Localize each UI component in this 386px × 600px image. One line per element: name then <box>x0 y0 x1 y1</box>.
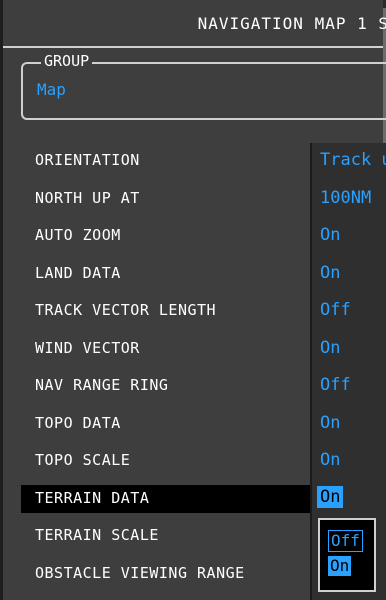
setting-label: TRACK VECTOR LENGTH <box>35 301 217 319</box>
setting-value-land-data[interactable]: On <box>312 256 386 294</box>
setting-label: AUTO ZOOM <box>35 226 121 244</box>
setting-value: Off <box>320 375 351 395</box>
setting-value-north-up-at[interactable]: 100NM <box>312 181 386 219</box>
setting-label: WIND VECTOR <box>35 338 140 357</box>
setting-value-topo-data[interactable]: On <box>312 406 386 444</box>
setting-label: NORTH UP AT <box>35 188 140 207</box>
group-value[interactable]: Map <box>37 80 66 99</box>
setting-value: Off <box>320 300 351 320</box>
setting-value: Track u <box>320 150 386 170</box>
window-title: NAVIGATION MAP 1 S <box>197 14 386 33</box>
setting-value-topo-scale[interactable]: On <box>312 443 386 481</box>
setting-label: TOPO DATA <box>35 413 121 432</box>
setting-label: TERRAIN DATA <box>35 488 150 507</box>
dropdown-option-on[interactable]: On <box>328 556 352 576</box>
setting-value-auto-zoom[interactable]: On <box>312 218 386 256</box>
setting-value-nav-range-ring[interactable]: Off <box>312 368 386 406</box>
dropdown-option-off[interactable]: Off <box>328 530 363 552</box>
group-legend: GROUP <box>41 52 93 70</box>
setting-label: ORIENTATION <box>35 151 140 169</box>
group-box[interactable]: GROUP Map <box>21 52 386 120</box>
setting-value-terrain-data[interactable]: On <box>312 481 386 519</box>
setting-value: On <box>320 412 341 433</box>
on-off-dropdown: Off On <box>318 518 376 592</box>
screen: NAVIGATION MAP 1 S GROUP Map ORIENTATION… <box>0 0 386 600</box>
setting-value: On <box>320 450 341 470</box>
setting-label: LAND DATA <box>35 263 121 282</box>
setting-value-selected: On <box>317 485 344 508</box>
title-divider <box>3 46 383 48</box>
setting-value-wind-vector[interactable]: On <box>312 331 386 369</box>
setting-value: On <box>320 337 341 358</box>
setting-value-orientation[interactable]: Track u <box>312 143 386 181</box>
setting-value: 100NM <box>320 187 372 208</box>
setting-value-track-vector-length[interactable]: Off <box>312 293 386 331</box>
setting-value: On <box>320 262 341 283</box>
setting-label: NAV RANGE RING <box>35 376 169 394</box>
setting-label: TERRAIN SCALE <box>35 526 159 544</box>
setting-label: OBSTACLE VIEWING RANGE <box>35 563 245 582</box>
setting-value: On <box>320 225 341 245</box>
setting-label: TOPO SCALE <box>35 451 131 469</box>
